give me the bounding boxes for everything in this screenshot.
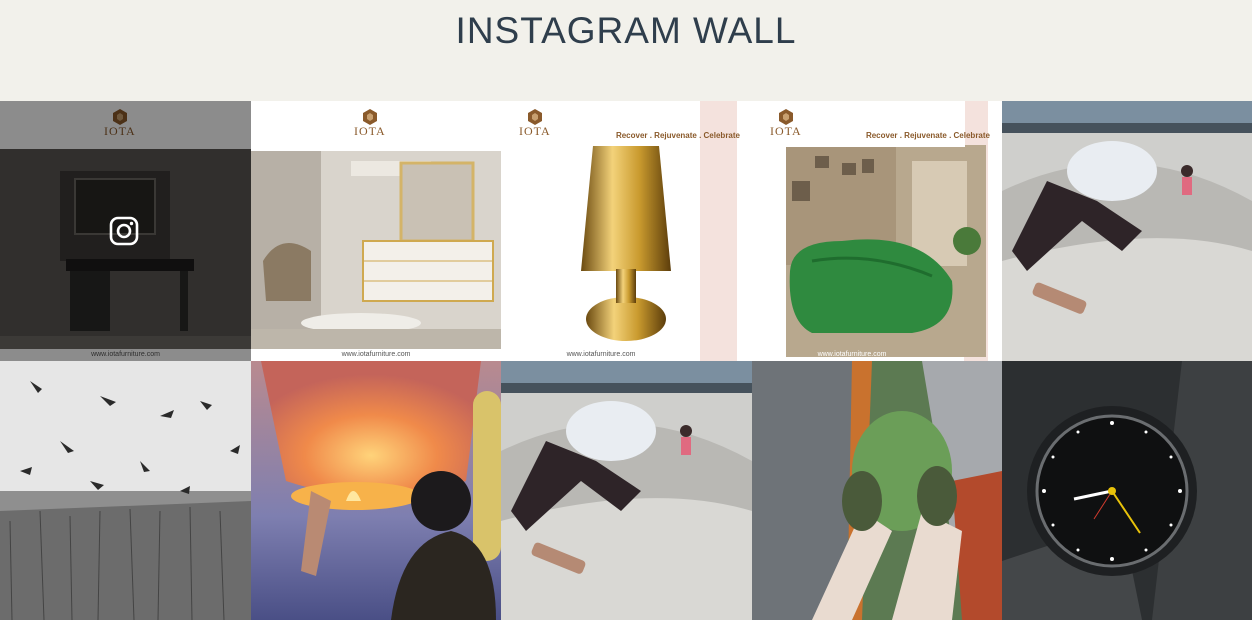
instagram-post-7[interactable] [251,361,501,620]
instagram-post-4[interactable]: IOTA Recover . Rejuvenate . Celebrate ww… [752,101,1002,361]
instagram-post-8[interactable] [501,361,752,620]
website-url: www.iotafurniture.com [817,351,887,358]
page-title: INSTAGRAM WALL [455,10,797,51]
post-image [1002,361,1252,620]
iota-logo: IOTA [770,109,802,138]
tagline: Recover . Rejuvenate . Celebrate [615,131,740,140]
post-image [1002,101,1252,361]
post-image [0,361,251,620]
website-url: www.iotafurniture.com [341,351,411,358]
post-image [752,361,1002,620]
logo-text: IOTA [519,124,551,138]
website-url: www.iotafurniture.com [566,351,636,358]
instagram-post-9[interactable] [752,361,1002,620]
iota-logo-mark-icon [527,109,542,125]
instagram-post-10[interactable] [1002,361,1252,620]
instagram-icon[interactable] [109,216,139,246]
post-image [251,361,501,620]
instagram-post-2[interactable]: IOTA www.iotafurniture.com [251,101,501,361]
instagram-grid: IOTA www.iotafurniture.com IOTA www.iota… [0,101,1252,620]
post-image [501,101,752,361]
logo-text: IOTA [354,124,386,138]
iota-logo-mark-icon [362,109,377,125]
tagline: Recover . Rejuvenate . Celebrate [865,131,990,140]
iota-logo: IOTA [354,109,386,138]
instagram-post-6[interactable] [0,361,251,620]
instagram-post-3[interactable]: IOTA Recover . Rejuvenate . Celebrate ww… [501,101,752,361]
instagram-post-1[interactable]: IOTA www.iotafurniture.com [0,101,251,361]
iota-logo-mark-icon [778,109,793,125]
iota-logo: IOTA [519,109,551,138]
post-image [501,361,752,620]
instagram-post-5[interactable] [1002,101,1252,361]
logo-text: IOTA [770,124,802,138]
header: INSTAGRAM WALL [0,0,1252,101]
